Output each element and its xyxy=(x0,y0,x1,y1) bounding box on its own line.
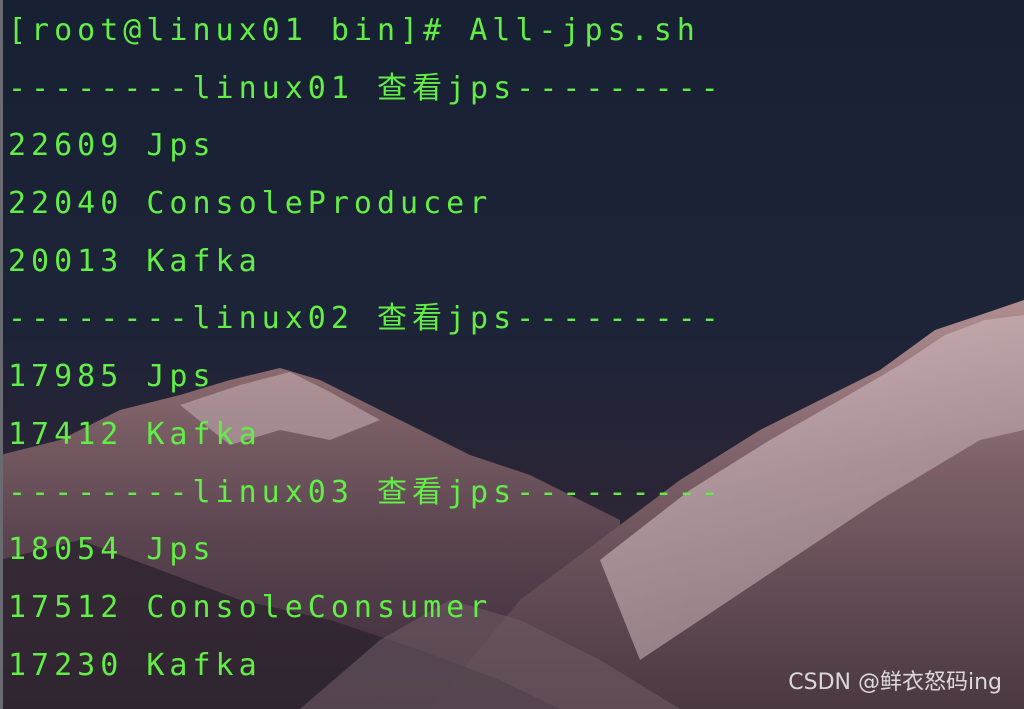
output-line: 17512 ConsoleConsumer xyxy=(8,589,493,625)
separator-line: --------linux01 查看jps--------- xyxy=(8,70,724,106)
output-line: 17985 Jps xyxy=(8,359,216,395)
output-line: 22040 ConsoleProducer xyxy=(8,186,493,222)
terminal-window[interactable]: [root@linux01 bin]# All-jps.sh --------l… xyxy=(0,0,1024,709)
output-line: 17230 Kafka xyxy=(8,647,262,683)
separator-line: --------linux02 查看jps--------- xyxy=(8,301,724,337)
output-line: 20013 Kafka xyxy=(8,243,262,279)
output-line: 18054 Jps xyxy=(8,532,216,568)
prompt-line: [root@linux01 bin]# All-jps.sh xyxy=(8,13,700,48)
separator-line: --------linux03 查看jps--------- xyxy=(8,474,724,510)
csdn-watermark: CSDN @鲜衣怒码ing xyxy=(788,670,1002,695)
window-left-border xyxy=(0,0,3,709)
output-line: 17412 Kafka xyxy=(8,416,262,452)
terminal-output: [root@linux01 bin]# All-jps.sh --------l… xyxy=(8,6,724,698)
output-line: 22609 Jps xyxy=(8,128,216,164)
